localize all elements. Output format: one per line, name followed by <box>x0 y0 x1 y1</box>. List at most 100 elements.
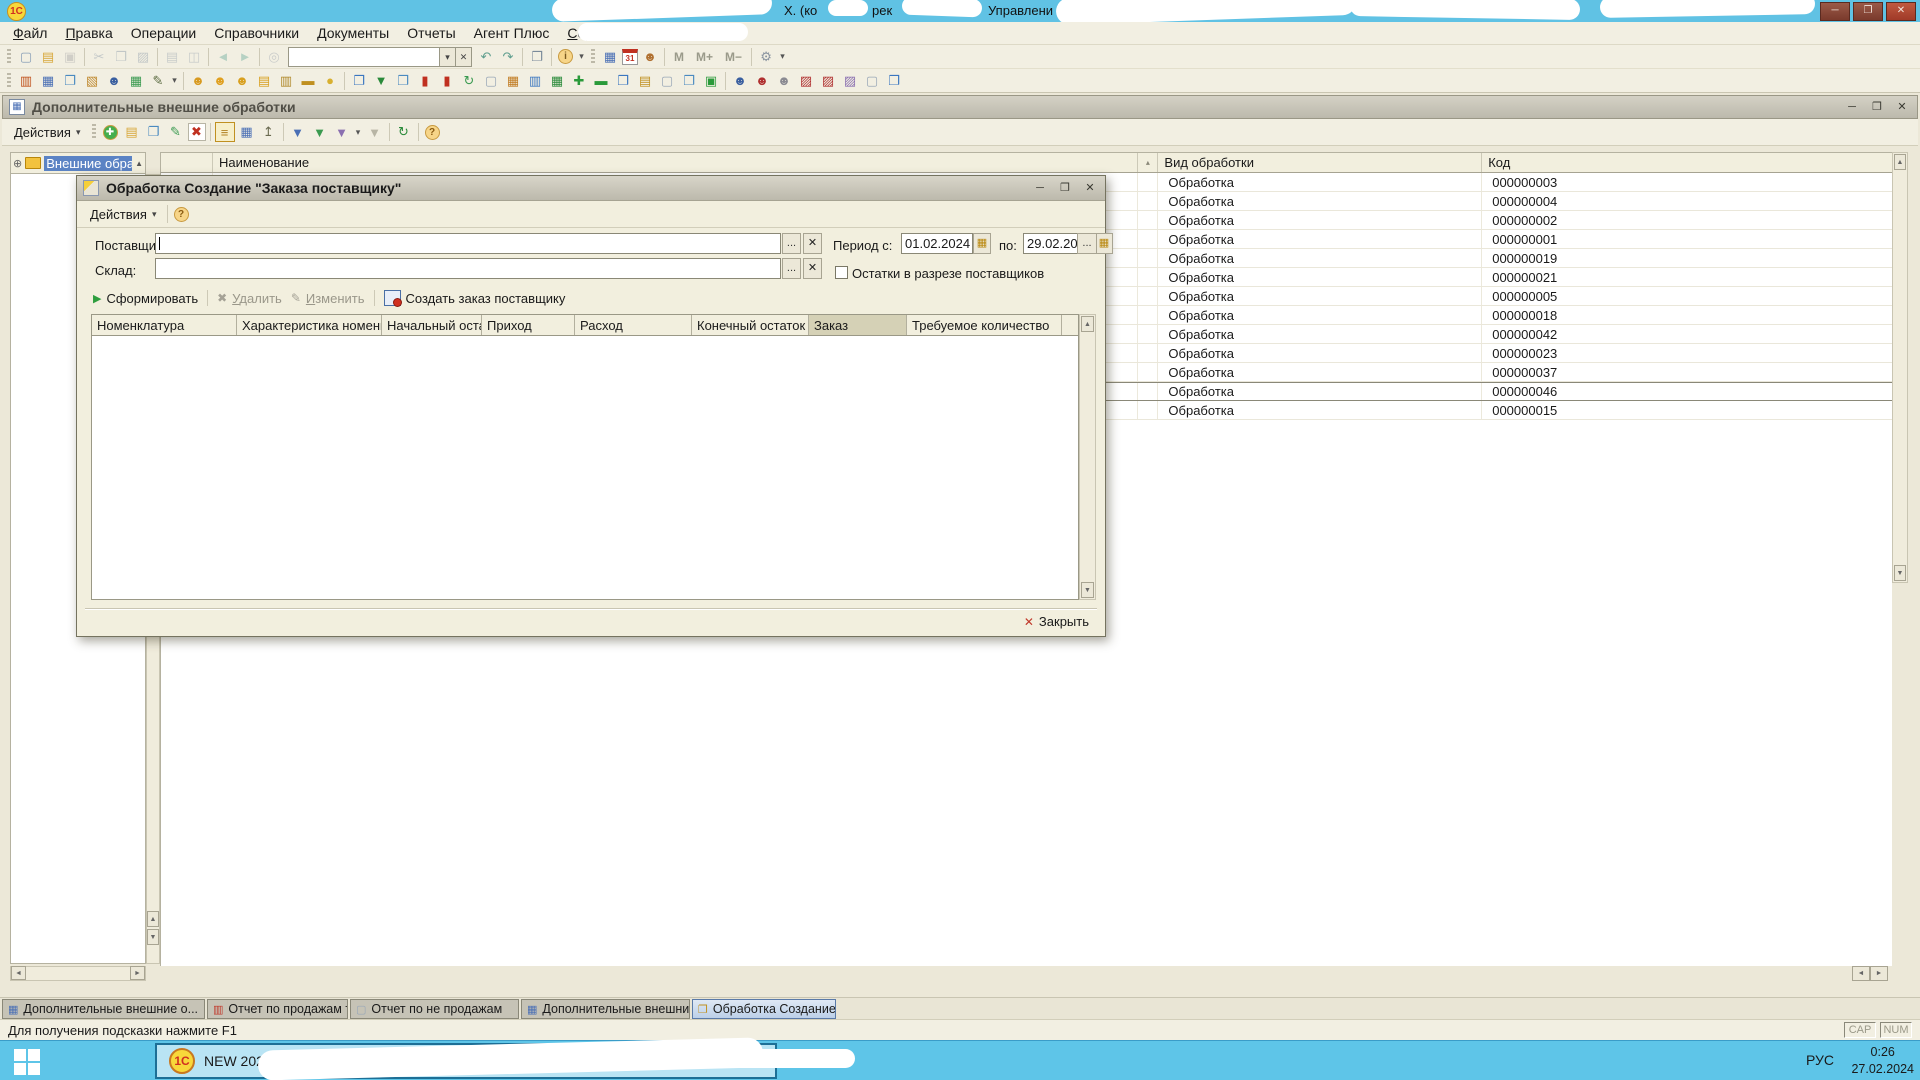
payment-icon[interactable]: ▬ <box>298 71 318 91</box>
tree-root-label[interactable]: Внешние обработк <box>44 156 132 171</box>
balances-by-supplier-checkbox[interactable] <box>835 266 848 279</box>
dialog-help-icon[interactable]: ? <box>174 207 189 222</box>
close-dialog-button[interactable]: ✕Закрыть <box>1024 614 1089 629</box>
column-opening-balance[interactable]: Начальный остат... <box>382 315 482 335</box>
search-input[interactable] <box>288 47 440 67</box>
row-code-cell[interactable]: 000000019 <box>1482 249 1892 267</box>
child-window-titlebar[interactable]: ▦ Дополнительные внешние обработки ─❐✕ <box>2 95 1918 119</box>
dialog-minimize-button[interactable]: ─ <box>1031 180 1049 196</box>
period-settings-button[interactable]: ... <box>1077 233 1097 254</box>
select-mode-icon[interactable]: ▦ <box>237 122 257 142</box>
name-column-header[interactable]: Наименование <box>213 153 1138 172</box>
row-code-cell[interactable]: 000000004 <box>1482 192 1892 210</box>
tab-processing-create-order[interactable]: ❐Обработка Создание "Зака... <box>692 999 836 1019</box>
person-card-icon[interactable]: ☻ <box>774 71 794 91</box>
supplier-select-button[interactable]: ... <box>782 233 801 254</box>
row-code-cell[interactable]: 000000002 <box>1482 211 1892 229</box>
column-income[interactable]: Приход <box>482 315 575 335</box>
row-vid-cell[interactable]: Обработка <box>1158 230 1482 248</box>
debt-marker2-icon[interactable]: ▮ <box>437 71 457 91</box>
wrench-caret-icon[interactable]: ▾ <box>778 47 787 67</box>
language-indicator[interactable]: РУС <box>1806 1052 1834 1068</box>
row-vid-cell[interactable]: Обработка <box>1158 249 1482 267</box>
row-vid-cell[interactable]: Обработка <box>1158 192 1482 210</box>
calculator-icon[interactable]: ▦ <box>600 47 620 67</box>
filter-value-icon[interactable]: ▼ <box>310 122 330 142</box>
child-close-button[interactable]: ✕ <box>1893 99 1911 115</box>
row-vid-cell[interactable]: Обработка <box>1158 306 1482 324</box>
minimize-button[interactable]: ─ <box>1820 2 1850 21</box>
column-characteristic[interactable]: Характеристика номенкл... <box>237 315 382 335</box>
cash-register-icon[interactable]: ▦ <box>126 71 146 91</box>
row-code-cell[interactable]: 000000001 <box>1482 230 1892 248</box>
document-coin-icon[interactable]: ▤ <box>635 71 655 91</box>
scroll-down-icon[interactable]: ▼ <box>147 929 159 945</box>
tree-root-item[interactable]: ⊕ Внешние обработк ▲ <box>10 152 146 174</box>
row-code-cell[interactable]: 000000005 <box>1482 287 1892 305</box>
menu-file[interactable]: Файл <box>4 23 56 43</box>
save-icon[interactable]: ▣ <box>60 47 80 67</box>
dialog-titlebar[interactable]: Обработка Создание "Заказа поставщику" ─… <box>77 176 1105 201</box>
memory-icon[interactable]: M <box>669 47 689 67</box>
menu-documents[interactable]: Документы <box>308 23 398 43</box>
column-order[interactable]: Заказ <box>809 315 907 335</box>
add-row-icon[interactable]: ✚ <box>569 71 589 91</box>
tab-external-processings-1[interactable]: ▦Дополнительные внешние о... <box>2 999 205 1019</box>
maximize-button[interactable]: ❐ <box>1853 2 1883 21</box>
list-vertical-scrollbar[interactable]: ▲ ▼ <box>1892 152 1908 583</box>
doc-empty-icon[interactable]: ▢ <box>862 71 882 91</box>
wrench-icon[interactable]: ⚙ <box>756 47 776 67</box>
warehouse-clear-button[interactable]: ✕ <box>803 258 822 279</box>
tree-horizontal-scrollbar[interactable]: ◄ ► <box>10 966 146 981</box>
undo-icon[interactable]: ↶ <box>476 47 496 67</box>
paste-icon[interactable]: ▨ <box>133 47 153 67</box>
copy-icon[interactable]: ❐ <box>111 47 131 67</box>
dialog-table-scrollbar[interactable]: ▲ ▼ <box>1079 314 1096 600</box>
row-code-cell[interactable]: 000000037 <box>1482 363 1892 381</box>
document-forward-icon[interactable]: ❐ <box>613 71 633 91</box>
cash-machine-icon[interactable]: ▥ <box>276 71 296 91</box>
dialog-actions-menu-button[interactable]: Действия▾ <box>83 205 164 224</box>
blank-document-icon[interactable]: ▢ <box>481 71 501 91</box>
print-preview-icon[interactable]: ◫ <box>184 47 204 67</box>
document-export-icon[interactable]: ▧ <box>82 71 102 91</box>
combo-clear-icon[interactable]: ✕ <box>456 47 472 67</box>
generate-button[interactable]: ▶Сформировать <box>93 291 198 306</box>
row-code-cell[interactable]: 000000015 <box>1482 401 1892 419</box>
row-code-cell[interactable]: 000000003 <box>1482 173 1892 191</box>
scroll-up-icon[interactable]: ▲ <box>147 911 159 927</box>
warehouse-select-button[interactable]: ... <box>782 258 801 279</box>
vid-column-header[interactable]: Вид обработки <box>1158 153 1482 172</box>
combo-dropdown-icon[interactable]: ▾ <box>440 47 456 67</box>
calendar-icon[interactable]: 31 <box>622 49 638 65</box>
person-coin-icon[interactable]: ☻ <box>188 71 208 91</box>
scroll-up-icon[interactable]: ▲ <box>1081 316 1094 332</box>
report-table-icon[interactable]: ▦ <box>503 71 523 91</box>
menu-agent-plus[interactable]: Агент Плюс <box>465 23 559 43</box>
doc-add-icon[interactable]: ❐ <box>884 71 904 91</box>
memory-plus-icon[interactable]: M+ <box>691 47 718 67</box>
edit-button[interactable]: ✎Изменить <box>291 291 365 306</box>
calendar-picker-icon[interactable]: ▦ <box>1095 233 1113 254</box>
table-report-icon[interactable]: ▦ <box>38 71 58 91</box>
row-vid-cell[interactable]: Обработка <box>1158 401 1482 419</box>
row-code-cell[interactable]: 000000023 <box>1482 344 1892 362</box>
refresh-icon[interactable]: ↻ <box>394 122 414 142</box>
column-nomenclature[interactable]: Номенклатура <box>92 315 237 335</box>
stock-document-icon[interactable]: ▥ <box>525 71 545 91</box>
supplier-clear-button[interactable]: ✕ <box>803 233 822 254</box>
taskbar-clock[interactable]: 0:2627.02.2024 <box>1851 1044 1914 1078</box>
scroll-right-icon[interactable]: ► <box>130 966 145 980</box>
calendar-picker-icon[interactable]: ▦ <box>973 233 991 254</box>
child-restore-button[interactable]: ❐ <box>1868 99 1886 115</box>
person-red-card-icon[interactable]: ☻ <box>752 71 772 91</box>
row-vid-cell[interactable]: Обработка <box>1158 363 1482 381</box>
close-button[interactable]: ✕ <box>1886 2 1916 21</box>
row-vid-cell[interactable]: Обработка <box>1158 173 1482 191</box>
tab-external-processings-2[interactable]: ▦Дополнительные внешние о... <box>521 999 690 1019</box>
buyer-order-icon[interactable]: ❐ <box>349 71 369 91</box>
dialog-close-button[interactable]: ✕ <box>1081 180 1099 196</box>
find-icon[interactable]: ◎ <box>264 47 284 67</box>
edit-settings-icon[interactable]: ✎ <box>148 71 168 91</box>
doc-violet-icon[interactable]: ▨ <box>840 71 860 91</box>
